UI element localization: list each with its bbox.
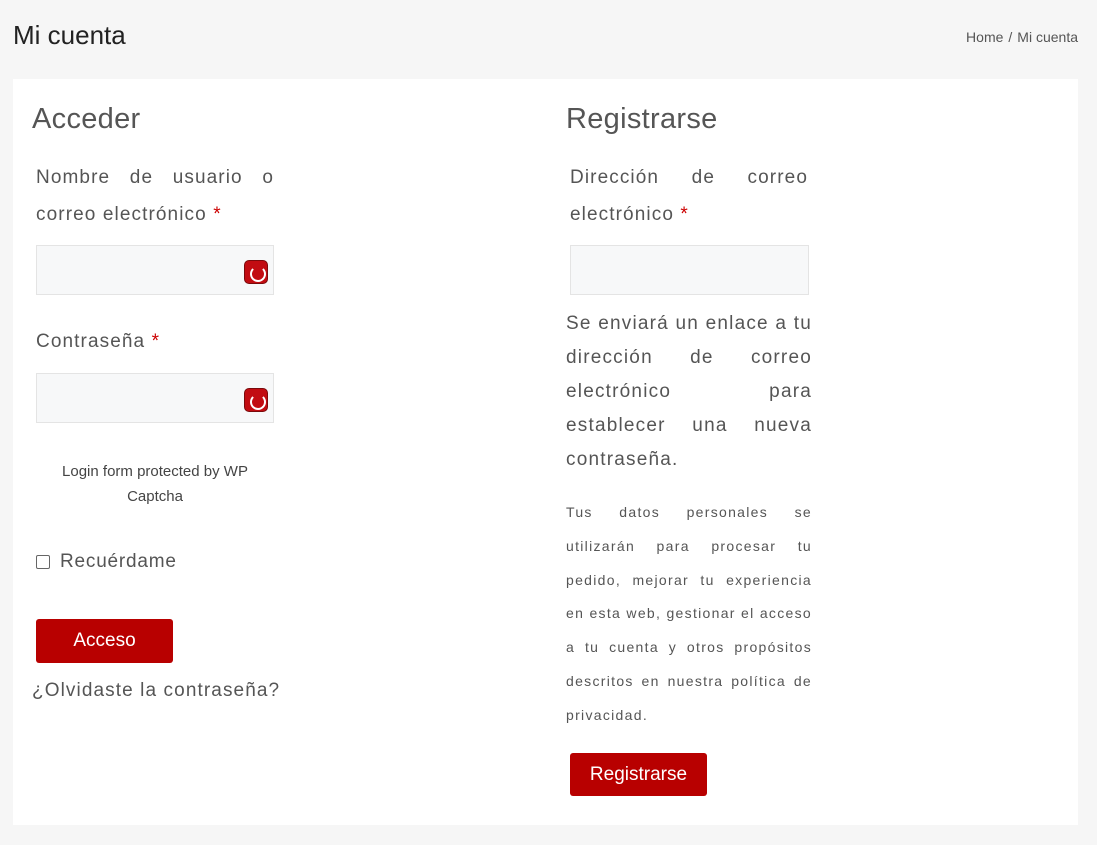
username-label-text: Nombre de usuario o correo electrónico — [36, 167, 274, 225]
captcha-shield-icon[interactable] — [244, 260, 268, 284]
username-label: Nombre de usuario o correo electrónico * — [36, 159, 274, 233]
register-button[interactable]: Registrarse — [570, 753, 707, 796]
remember-checkbox[interactable] — [36, 555, 50, 569]
privacy-text: Tus datos personales se utilizarán para … — [566, 504, 812, 723]
email-label: Dirección de correo electrónico * — [570, 159, 808, 233]
required-mark: * — [680, 204, 689, 225]
breadcrumb-current: Mi cuenta — [1017, 29, 1078, 45]
password-info-text: Se enviará un enlace a tu dirección de c… — [566, 313, 812, 470]
account-card: Acceder Nombre de usuario o correo elect… — [13, 79, 1078, 825]
page-header: Mi cuenta Home / Mi cuenta — [0, 0, 1097, 78]
captcha-note: Login form protected by WP Captcha — [62, 463, 248, 505]
username-input[interactable] — [36, 245, 274, 295]
lost-password-link[interactable]: ¿Olvidaste la contraseña? — [32, 680, 280, 702]
remember-label: Recuérdame — [60, 551, 177, 572]
email-label-text: Dirección de correo electrónico — [570, 167, 808, 225]
password-input[interactable] — [36, 373, 274, 423]
login-heading: Acceder — [32, 103, 141, 135]
email-input[interactable] — [570, 245, 809, 295]
password-label-text: Contraseña — [36, 331, 146, 352]
password-label: Contraseña * — [36, 323, 274, 360]
required-mark: * — [213, 204, 222, 225]
page-title: Mi cuenta — [13, 20, 126, 50]
remember-me[interactable]: Recuérdame — [36, 551, 177, 573]
captcha-shield-icon[interactable] — [244, 388, 268, 412]
login-button[interactable]: Acceso — [36, 619, 173, 663]
register-heading: Registrarse — [566, 103, 718, 135]
breadcrumb-separator: / — [1008, 29, 1013, 45]
required-mark: * — [151, 331, 161, 352]
breadcrumb-home-link[interactable]: Home — [966, 29, 1003, 45]
breadcrumb: Home / Mi cuenta — [966, 29, 1078, 45]
